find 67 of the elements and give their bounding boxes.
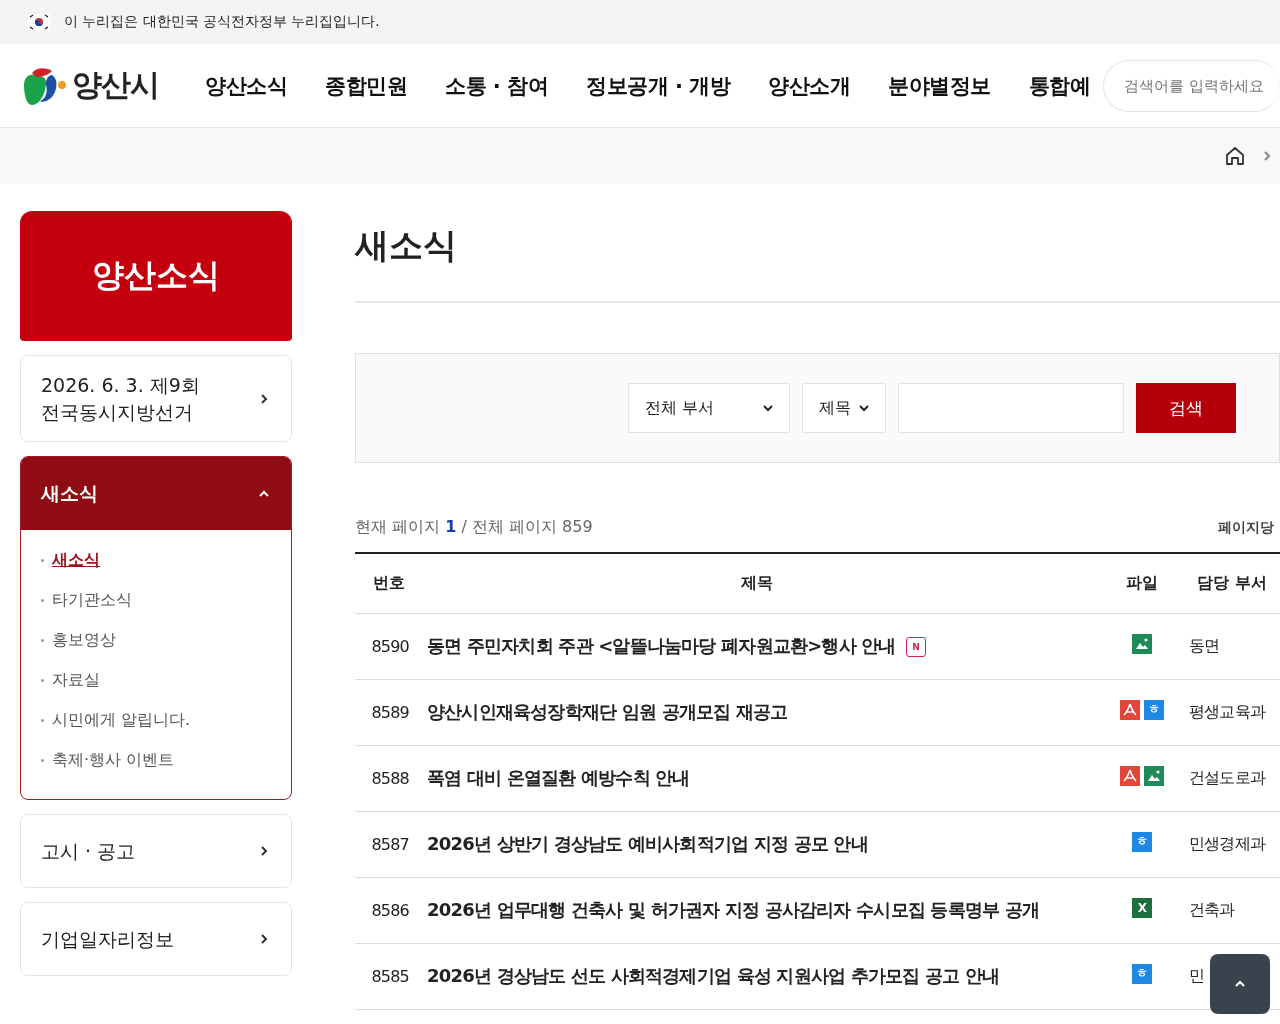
department-cell: 평생교육과 <box>1187 679 1280 745</box>
bullet-icon <box>41 719 44 723</box>
submenu-link[interactable]: 타기관소식 <box>52 590 132 612</box>
menu-header[interactable]: 2026. 6. 3. 제9회 전국동시지방선거 <box>21 356 291 442</box>
excel-file-icon[interactable]: X <box>1132 897 1152 918</box>
bullet-icon <box>41 679 44 683</box>
bullet-icon <box>41 559 44 563</box>
bullet-icon <box>41 759 44 763</box>
hwp-file-icon[interactable]: ㅎ <box>1132 831 1152 852</box>
number-cell: 8586 <box>355 877 417 943</box>
department-cell: 건축과 <box>1187 877 1280 943</box>
post-title-link[interactable]: 2026년 경상남도 선도 사회적경제기업 육성 지원사업 추가모집 공고 안내 <box>427 965 1000 986</box>
scroll-top-button[interactable] <box>1210 954 1270 1014</box>
image-file-icon[interactable] <box>1144 765 1164 786</box>
sidebar-title: 양산소식 <box>20 211 292 341</box>
number-cell: 8590 <box>355 613 417 679</box>
image-file-icon[interactable] <box>1132 633 1152 654</box>
flag-icon <box>28 14 50 30</box>
nav-item[interactable]: 종합민원 <box>325 71 407 100</box>
column-header: 번호 <box>355 553 417 613</box>
number-cell: 8589 <box>355 679 417 745</box>
number-cell: 8585 <box>355 943 417 1009</box>
department-cell: 동면 <box>1187 613 1280 679</box>
per-page-label: 페이지당 <box>1218 518 1274 537</box>
post-title-link[interactable]: 양산시인재육성장학재단 임원 공개모집 재공고 <box>427 701 788 722</box>
post-title-link[interactable]: 동면 주민자치회 주관 <알뜰나눔마당 폐자원교환>행사 안내 <box>427 635 896 656</box>
department-select[interactable]: 전체 부서 <box>628 383 790 433</box>
submenu-link[interactable]: 시민에게 알립니다. <box>52 710 191 732</box>
number-cell: 8588 <box>355 745 417 811</box>
government-notice: 이 누리집은 대한민국 공식전자정부 누리집입니다. <box>64 13 380 31</box>
nav-item[interactable]: 통합예 <box>1028 71 1091 100</box>
department-cell: 건설도로과 <box>1187 745 1280 811</box>
department-cell: 민생경제과 <box>1187 811 1280 877</box>
nav-item[interactable]: 양산소식 <box>205 71 287 100</box>
hwp-file-icon[interactable]: ㅎ <box>1144 699 1164 720</box>
column-header: 담당 부서 <box>1187 553 1280 613</box>
bullet-icon <box>41 599 44 603</box>
search-field[interactable]: 검색어를 입력하세요 <box>1103 60 1280 112</box>
hwp-file-icon[interactable]: ㅎ <box>1132 963 1152 984</box>
submenu-link[interactable]: 새소식 <box>52 550 100 572</box>
menu-header[interactable]: 고시 · 공고 <box>21 815 291 888</box>
bullet-icon <box>41 639 44 643</box>
page-title: 새소식 <box>355 223 1280 303</box>
column-header: 제목 <box>417 553 1097 613</box>
pdf-file-icon[interactable] <box>1120 699 1140 720</box>
new-badge: N <box>905 637 926 657</box>
pdf-file-icon[interactable] <box>1120 765 1140 786</box>
submenu-link[interactable]: 홍보영상 <box>52 630 116 652</box>
logo-text[interactable]: 양산시 <box>72 65 159 106</box>
home-icon[interactable] <box>1224 145 1246 167</box>
post-title-link[interactable]: 2026년 업무대행 건축사 및 허가권자 지정 공사감리자 수시모집 등록명부 공개 <box>427 899 1040 920</box>
nav-item[interactable]: 분야별정보 <box>888 71 991 100</box>
submenu-link[interactable]: 축제·행사 이벤트 <box>52 750 175 772</box>
post-title-link[interactable]: 2026년 상반기 경상남도 예비사회적기업 지정 공모 안내 <box>427 833 868 854</box>
post-title-link[interactable]: 폭염 대비 온열질환 예방수칙 안내 <box>427 767 690 788</box>
nav-item[interactable]: 양산소개 <box>768 71 851 100</box>
search-button[interactable]: 검색 <box>1136 383 1236 433</box>
field-select[interactable]: 제목 <box>802 383 886 433</box>
menu-header[interactable]: 기업일자리정보 <box>21 903 291 976</box>
page-info: 현재 페이지 1 / 전체 페이지 859 <box>355 517 593 538</box>
keyword-field[interactable] <box>898 383 1124 433</box>
submenu-link[interactable]: 자료실 <box>52 670 100 692</box>
nav-item[interactable]: 정보공개 · 개방 <box>586 71 731 100</box>
menu-header[interactable]: 새소식 <box>21 457 291 531</box>
number-cell: 8587 <box>355 811 417 877</box>
column-header: 파일 <box>1097 553 1187 613</box>
nav-item[interactable]: 소통 · 참여 <box>445 71 549 100</box>
